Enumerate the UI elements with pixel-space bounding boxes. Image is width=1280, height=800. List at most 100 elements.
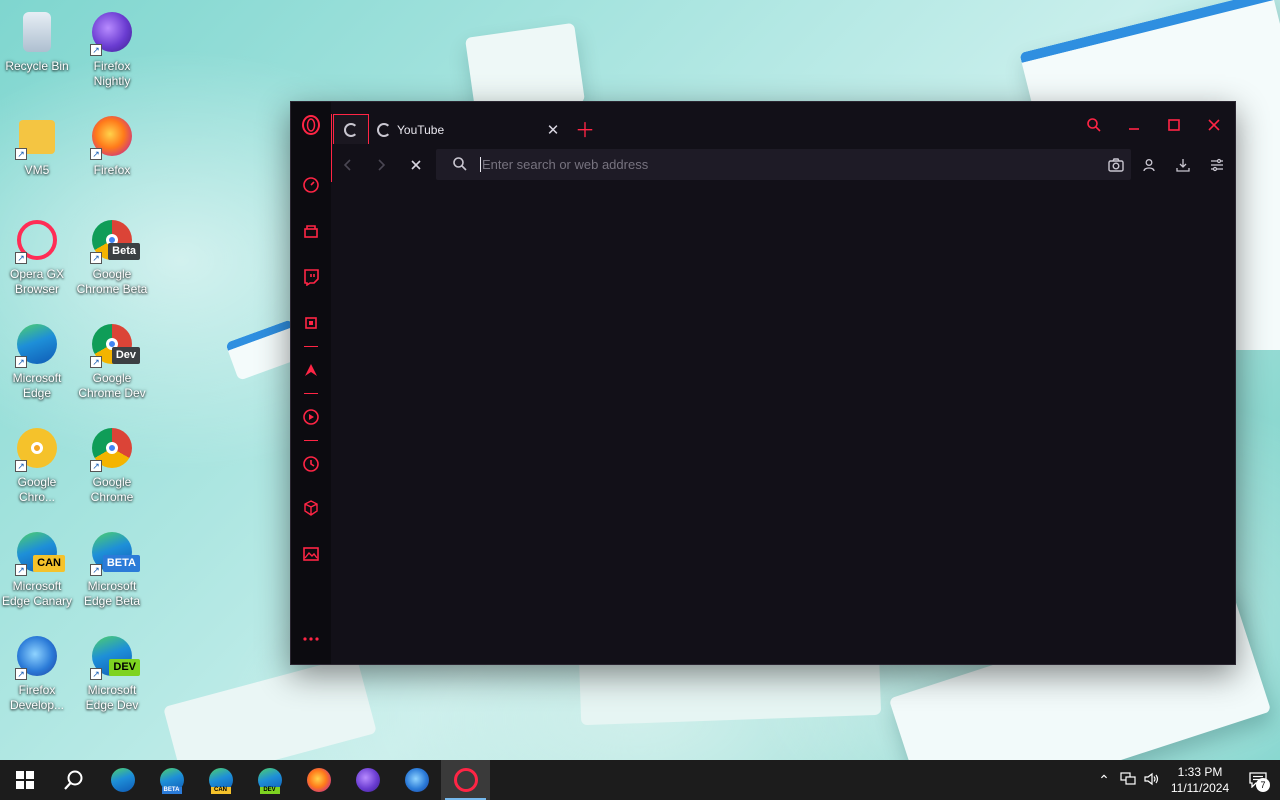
sidebar-divider [304, 393, 318, 394]
snapshot-button[interactable] [1101, 149, 1131, 180]
stop-loading-button[interactable] [404, 152, 428, 178]
download-icon [1176, 159, 1190, 172]
maximize-button[interactable] [1159, 112, 1189, 138]
dev-badge: DEV [109, 659, 140, 676]
sidebar-twitch[interactable] [291, 258, 331, 296]
easy-setup-button[interactable] [1203, 152, 1231, 178]
edge-dev-icon: DEV [257, 768, 282, 794]
edge-icon [110, 768, 135, 792]
firefox-icon: ↗ [88, 112, 136, 160]
dev-label: DEV [259, 787, 280, 794]
desktop-icon-label: Google Chrome [90, 475, 134, 504]
desktop-icon-label: Firefox [93, 163, 131, 177]
desktop-icon-label: Microsoft Edge Canary [1, 579, 73, 608]
dev-badge: Dev [111, 347, 140, 364]
desktop-icon-edge-beta[interactable]: ↗ BETA Microsoft Edge Beta [76, 528, 148, 609]
folder-icon: ↗ [13, 112, 61, 160]
taskbar-opera-gx[interactable] [441, 760, 490, 800]
volume-icon[interactable] [1140, 772, 1164, 789]
sidebar-history[interactable] [291, 445, 331, 483]
desktop-icon-label: Opera GX Browser [9, 267, 65, 296]
address-bar[interactable] [436, 149, 1131, 180]
desktop-icon-label: Google Chro... [17, 475, 57, 504]
desktop-icon-chrome[interactable]: ↗ Google Chrome [76, 424, 148, 505]
search-button[interactable] [49, 760, 98, 800]
close-icon [1208, 119, 1220, 131]
desktop-icon-firefox-nightly[interactable]: ↗ Firefox Nightly [76, 8, 148, 89]
taskbar-firefox[interactable] [294, 760, 343, 800]
desktop-icon-firefox-dev[interactable]: ↗ Firefox Develop... [1, 632, 73, 713]
opera-menu-button[interactable] [291, 102, 331, 148]
store-icon [304, 225, 318, 238]
desktop-icon-edge-dev[interactable]: ↗ DEV Microsoft Edge Dev [76, 632, 148, 713]
start-button[interactable] [0, 760, 49, 800]
loading-spinner-icon [344, 122, 358, 137]
beta-label: BETA [161, 787, 182, 794]
more-dots-icon [303, 637, 319, 641]
tab-youtube[interactable]: YouTube ✕ [373, 116, 563, 144]
new-tab-button[interactable]: ＋ [575, 114, 595, 143]
loading-tab[interactable] [333, 114, 369, 144]
chrome-beta-icon: ↗ Beta [88, 216, 140, 264]
url-input[interactable] [480, 157, 1101, 172]
title-bar: YouTube ✕ ＋ [331, 102, 1235, 148]
sidebar-gx-control[interactable] [291, 166, 331, 204]
beta-badge: Beta [108, 243, 140, 260]
taskbar-edge-dev[interactable]: DEV [245, 760, 294, 800]
tab-close-icon[interactable]: ✕ [543, 121, 563, 139]
taskbar-edge-canary[interactable]: CAN [196, 760, 245, 800]
opera-gx-icon [453, 768, 478, 792]
edge-canary-icon: ↗ CAN [13, 528, 65, 576]
forward-button[interactable] [369, 152, 393, 178]
show-hidden-icons-chevron-icon[interactable]: ⌃ [1092, 772, 1116, 789]
page-content[interactable] [331, 182, 1235, 664]
desktop-icon-opera-gx[interactable]: ↗ Opera GX Browser [1, 216, 73, 297]
action-center-button[interactable]: 7 [1236, 760, 1280, 800]
desktop-icon-label: Google Chrome Beta [76, 267, 148, 296]
desktop-icon-chrome-dev[interactable]: ↗ Dev Google Chrome Dev [76, 320, 148, 401]
downloads-button[interactable] [1169, 152, 1197, 178]
speedometer-icon [303, 177, 319, 193]
desktop-icon-vm5[interactable]: ↗ VM5 [1, 112, 73, 178]
aria-icon [305, 364, 317, 376]
windows-logo-icon [15, 771, 34, 789]
chrome-dev-icon: ↗ Dev [88, 320, 140, 368]
opera-gx-icon: ↗ [13, 216, 61, 264]
desktop-icon-firefox[interactable]: ↗ Firefox [76, 112, 148, 178]
firefox-developer-icon: ↗ [13, 632, 61, 680]
close-button[interactable] [1199, 112, 1229, 138]
forward-arrow-icon [378, 159, 386, 171]
back-arrow-icon [343, 159, 351, 171]
desktop-icon-recycle-bin[interactable]: Recycle Bin [1, 8, 73, 74]
taskbar-edge-beta[interactable]: BETA [147, 760, 196, 800]
desktop-icon-chrome-beta[interactable]: ↗ Beta Google Chrome Beta [76, 216, 148, 297]
toolbar [331, 148, 1235, 182]
search-tabs-button[interactable] [1079, 112, 1109, 138]
edge-dev-icon: ↗ DEV [88, 632, 140, 680]
taskbar-firefox-nightly[interactable] [343, 760, 392, 800]
cpu-icon [305, 317, 317, 329]
desktop-icon-label: Firefox Nightly [93, 59, 131, 88]
firefox-developer-icon [404, 768, 429, 792]
network-icon[interactable] [1116, 771, 1140, 789]
sidebar-hot-tabs[interactable] [291, 304, 331, 342]
profile-button[interactable] [1135, 152, 1163, 178]
back-button[interactable] [336, 152, 360, 178]
desktop-icon-edge-canary[interactable]: ↗ CAN Microsoft Edge Canary [1, 528, 73, 609]
taskbar-firefox-dev[interactable] [392, 760, 441, 800]
desktop-icon-label: Microsoft Edge [12, 371, 62, 400]
desktop-icon-microsoft-edge[interactable]: ↗ Microsoft Edge [1, 320, 73, 401]
image-icon [303, 547, 319, 561]
sidebar-wallpapers[interactable] [291, 535, 331, 573]
sidebar-more-button[interactable] [291, 620, 331, 658]
sidebar-gx-corner[interactable] [291, 212, 331, 250]
desktop-icon-chrome-canary[interactable]: ↗ Google Chro... [1, 424, 73, 505]
sidebar-extensions[interactable] [291, 489, 331, 527]
taskbar: BETA CAN DEV ⌃ 1:33 PM 11/11/2024 7 [0, 760, 1280, 800]
clock[interactable]: 1:33 PM 11/11/2024 [1164, 764, 1236, 796]
sidebar-player[interactable] [291, 398, 331, 436]
minimize-button[interactable] [1119, 112, 1149, 138]
recycle-bin-icon [13, 8, 61, 56]
sidebar-aria[interactable] [291, 351, 331, 389]
taskbar-edge[interactable] [98, 760, 147, 800]
